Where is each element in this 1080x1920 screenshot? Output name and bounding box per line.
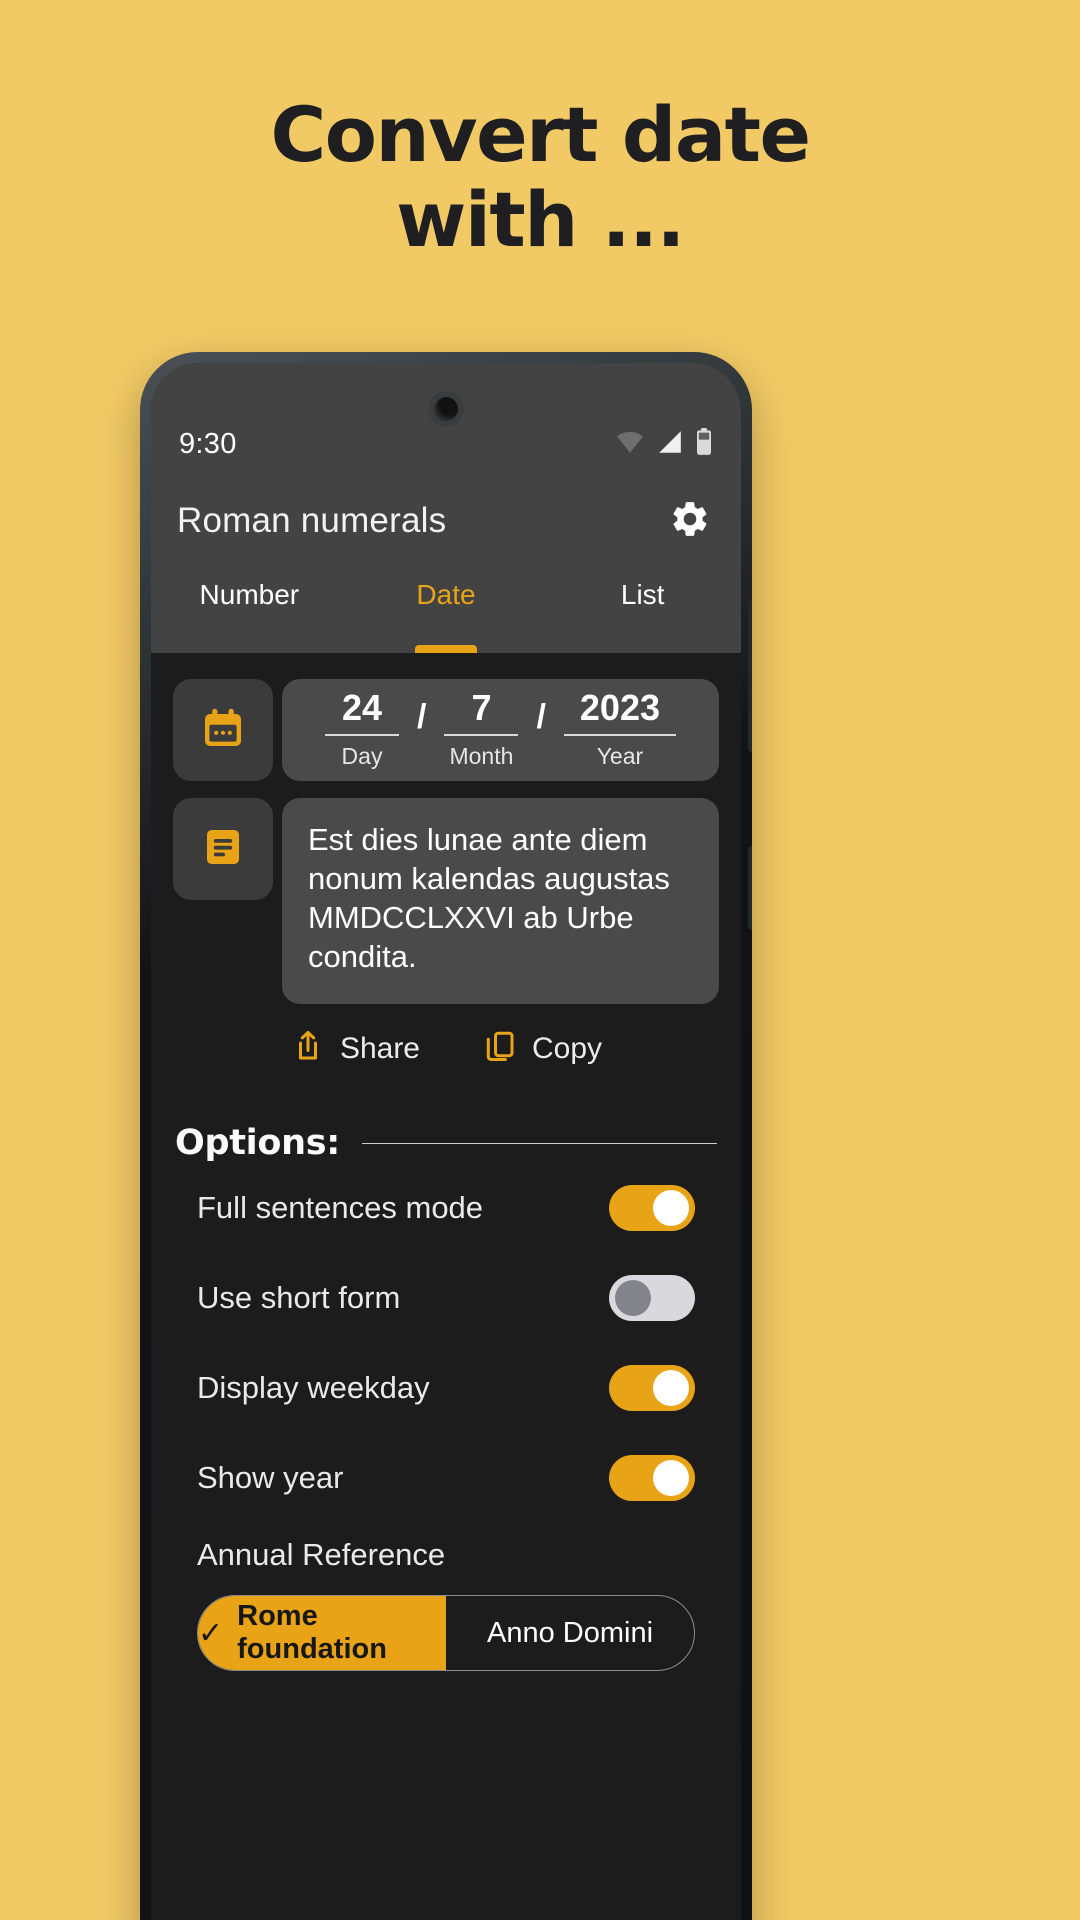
share-button[interactable]: Share <box>290 1028 420 1069</box>
toggle-show-year[interactable] <box>609 1455 695 1501</box>
option-label-show-year: Show year <box>197 1460 344 1495</box>
toggle-full-sentences-mode[interactable] <box>609 1185 695 1231</box>
options-header: Options: <box>173 1123 719 1163</box>
screen-content: 24 Day / 7 Month / 2023 Year Est dies lu… <box>151 653 741 1920</box>
tab-bar: Number Date List <box>151 567 741 653</box>
copy-button[interactable]: Copy <box>482 1028 602 1069</box>
gear-icon <box>669 498 711 545</box>
day-value[interactable]: 24 <box>325 690 399 736</box>
toggle-knob <box>615 1280 651 1316</box>
segment-anno-domini[interactable]: Anno Domini <box>446 1596 694 1670</box>
front-camera-icon <box>428 391 464 427</box>
check-icon: ✓ <box>198 1616 224 1650</box>
toggle-use-short-form[interactable] <box>609 1275 695 1321</box>
toggle-knob <box>653 1190 689 1226</box>
options-title: Options: <box>175 1123 340 1163</box>
text-format-button[interactable] <box>173 798 273 900</box>
toggle-display-weekday[interactable] <box>609 1365 695 1411</box>
settings-button[interactable] <box>669 498 711 545</box>
date-input-row: 24 Day / 7 Month / 2023 Year <box>173 679 719 781</box>
result-card[interactable]: Est dies lunae ante diem nonum kalendas … <box>282 798 719 1004</box>
status-bar: 9:30 <box>151 363 741 475</box>
annual-reference-segmented-control: ✓ Rome foundation Anno Domini <box>197 1595 695 1671</box>
calendar-icon <box>199 704 247 757</box>
app-bar: Roman numerals <box>151 475 741 567</box>
action-row: Share Copy <box>173 1028 719 1069</box>
options-divider <box>361 1142 717 1144</box>
copy-icon <box>482 1028 518 1069</box>
status-bar-icons <box>615 428 713 461</box>
copy-label: Copy <box>532 1031 603 1065</box>
option-row-display-weekday[interactable]: Display weekday <box>173 1343 719 1433</box>
month-value[interactable]: 7 <box>444 690 519 736</box>
year-value[interactable]: 2023 <box>563 690 676 736</box>
segment-rome-foundation-label: Rome foundation <box>237 1600 387 1665</box>
option-row-short-form[interactable]: Use short form <box>173 1253 719 1343</box>
day-field[interactable]: 24 Day <box>325 690 399 770</box>
share-label: Share <box>339 1031 420 1065</box>
volume-button[interactable] <box>748 846 752 930</box>
option-row-full-sentences[interactable]: Full sentences mode <box>173 1163 719 1253</box>
toggle-knob <box>653 1460 689 1496</box>
battery-icon <box>695 428 713 461</box>
phone-mockup: 9:30 Roman numerals Number Date List 24 … <box>140 352 752 1920</box>
power-button[interactable] <box>748 600 752 752</box>
option-label-short-form: Use short form <box>197 1280 401 1315</box>
app-title: Roman numerals <box>177 501 447 540</box>
wifi-icon <box>615 430 645 459</box>
cell-signal-icon <box>656 430 684 459</box>
month-label: Month <box>449 743 514 769</box>
toggle-knob <box>653 1370 689 1406</box>
promo-headline: Convert date with ... <box>0 92 1080 262</box>
document-text-icon <box>199 823 247 876</box>
segment-anno-domini-label: Anno Domini <box>486 1616 654 1649</box>
result-row: Est dies lunae ante diem nonum kalendas … <box>173 798 719 1004</box>
promo-headline-line-2: with ... <box>396 175 685 265</box>
status-bar-clock: 9:30 <box>179 428 237 460</box>
promo-headline-line-1: Convert date <box>270 90 811 179</box>
share-icon <box>290 1028 326 1069</box>
phone-screen: 9:30 Roman numerals Number Date List 24 … <box>151 363 741 1920</box>
date-separator-2: / <box>536 697 546 736</box>
annual-reference-label: Annual Reference <box>197 1537 446 1572</box>
option-label-display-weekday: Display weekday <box>197 1370 430 1405</box>
year-label: Year <box>596 743 644 769</box>
tab-date[interactable]: Date <box>348 567 545 653</box>
segment-rome-foundation[interactable]: ✓ Rome foundation <box>198 1596 446 1670</box>
calendar-picker-button[interactable] <box>173 679 273 781</box>
date-separator-1: / <box>417 697 427 736</box>
tab-number[interactable]: Number <box>151 567 348 653</box>
option-row-show-year[interactable]: Show year <box>173 1433 719 1523</box>
day-label: Day <box>341 743 383 769</box>
year-field[interactable]: 2023 Year <box>563 690 676 770</box>
month-field[interactable]: 7 Month <box>444 690 519 770</box>
tab-list[interactable]: List <box>544 567 741 653</box>
date-fields: 24 Day / 7 Month / 2023 Year <box>282 679 719 781</box>
option-label-full-sentences: Full sentences mode <box>197 1190 484 1225</box>
result-text: Est dies lunae ante diem nonum kalendas … <box>308 822 670 975</box>
